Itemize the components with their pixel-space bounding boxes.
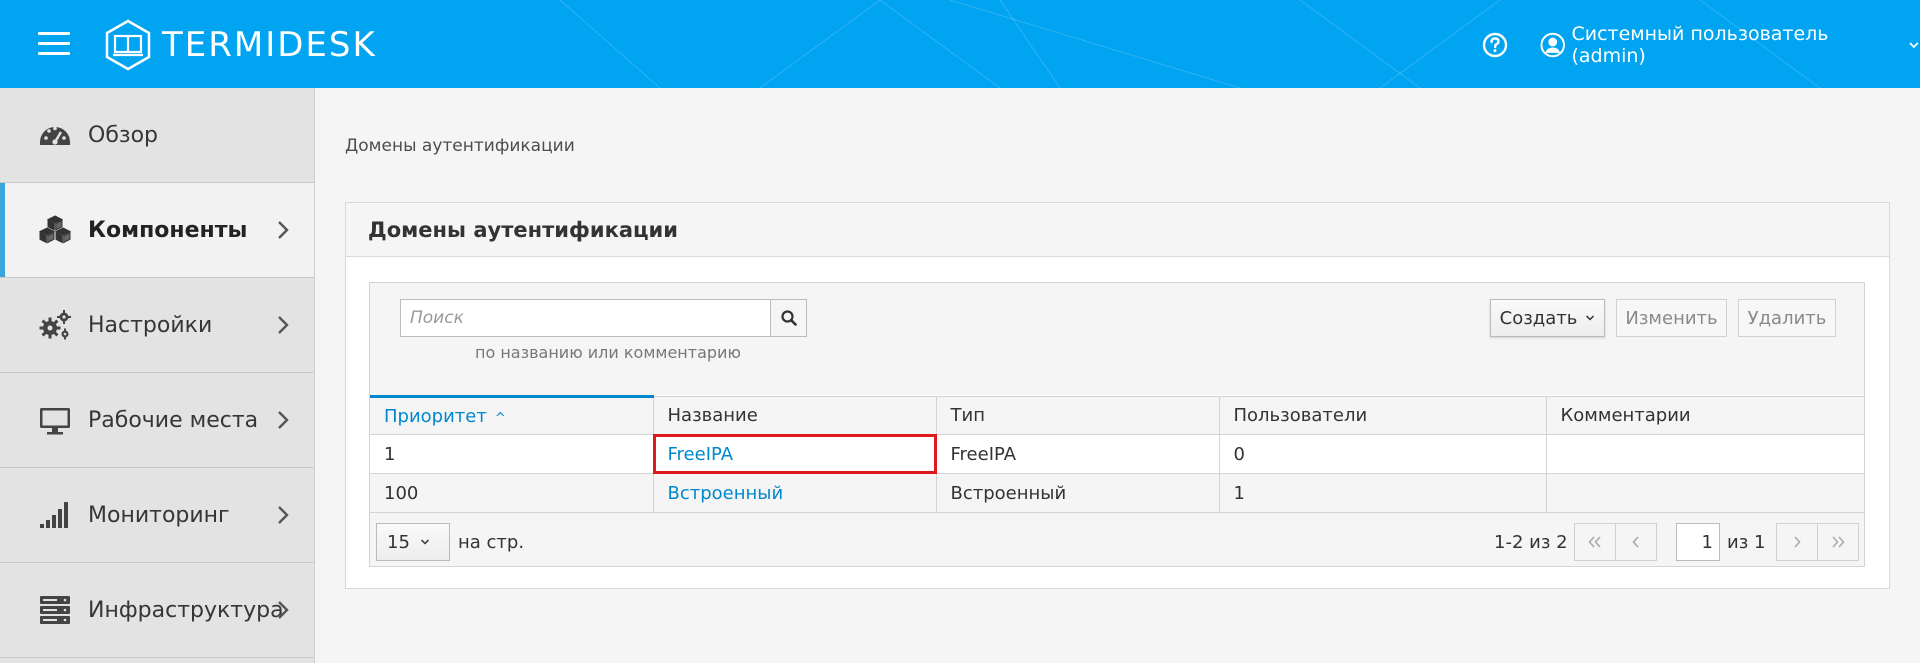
auth-domains-card: Домены аутентификации по названию или ко…: [345, 202, 1890, 589]
per-page-value: 15: [387, 531, 410, 553]
dashboard-gauge-icon: [40, 126, 70, 145]
page-title: Домены аутентификации: [368, 217, 678, 242]
per-page-label: на стр.: [458, 532, 525, 553]
cell-priority: 100: [370, 473, 654, 513]
edit-button[interactable]: Изменить: [1616, 299, 1727, 337]
brand-name: TERMIDESK: [162, 25, 377, 65]
sidebar-item-monitoring[interactable]: Мониторинг: [0, 468, 314, 563]
cell-users: 0: [1219, 434, 1547, 474]
server-stack-icon: [40, 596, 70, 624]
search-icon: [780, 310, 797, 326]
create-button[interactable]: Создать: [1490, 299, 1605, 337]
sidebar-item-infrastructure[interactable]: Инфраструктура: [0, 563, 314, 658]
chevron-right-icon: [1794, 536, 1801, 548]
search-input[interactable]: [400, 299, 770, 337]
gears-icon: [39, 310, 71, 340]
per-page-select[interactable]: 15: [376, 523, 450, 561]
page-number-input[interactable]: [1676, 523, 1720, 561]
pagination-bar: 15 на стр. 1-2 из 2 из 1: [370, 515, 1864, 567]
hamburger-bar: [38, 42, 70, 45]
table-header-row: Приоритет ^ Название Тип Пользователи Ком…: [370, 395, 1864, 435]
chevron-right-icon: [278, 411, 289, 429]
cell-users: 1: [1219, 473, 1547, 513]
cell-name: FreeIPA: [652, 433, 937, 474]
sidebar-item-overview[interactable]: Обзор: [0, 88, 314, 183]
sidebar-item-label: Инфраструктура: [88, 597, 284, 623]
user-avatar-icon: [1540, 32, 1565, 58]
column-header-comments[interactable]: Комментарии: [1546, 396, 1864, 435]
column-header-label: Приоритет: [384, 405, 487, 427]
column-header-priority[interactable]: Приоритет ^: [370, 395, 654, 435]
help-icon[interactable]: [1482, 32, 1508, 58]
cell-priority: 1: [370, 434, 654, 474]
cell-type: FreeIPA: [936, 434, 1220, 474]
cell-comment: [1546, 473, 1864, 513]
hamburger-bar: [38, 52, 70, 55]
domain-link-freeipa[interactable]: FreeIPA: [668, 444, 734, 465]
sidebar-item-workplaces[interactable]: Рабочие места: [0, 373, 314, 468]
chevron-right-icon: [278, 601, 289, 619]
sidebar-item-label: Компоненты: [88, 217, 248, 243]
menu-toggle-button[interactable]: [38, 32, 70, 56]
prev-page-button[interactable]: [1615, 523, 1657, 561]
chevron-right-icon: [278, 221, 289, 239]
sidebar-nav: Обзор Компоненты Настройки Рабочие места…: [0, 88, 315, 663]
cell-comment: [1546, 434, 1864, 474]
double-chevron-left-icon: [1588, 536, 1601, 548]
column-header-users[interactable]: Пользователи: [1219, 396, 1547, 435]
sidebar-item-label: Настройки: [88, 312, 213, 338]
card-header: Домены аутентификации: [346, 203, 1889, 257]
total-pages-label: из 1: [1727, 532, 1766, 553]
delete-button[interactable]: Удалить: [1738, 299, 1836, 337]
cell-name: Встроенный: [653, 473, 937, 513]
cell-type: Встроенный: [936, 473, 1220, 513]
signal-bars-icon: [40, 502, 68, 528]
items-range-label: 1-2 из 2: [1494, 532, 1568, 553]
termidesk-logo-icon: [105, 19, 151, 71]
chevron-left-icon: [1632, 536, 1639, 548]
sidebar-item-label: Обзор: [88, 122, 159, 148]
search-hint: по названию или комментарию: [475, 343, 741, 362]
chevron-down-icon: [420, 539, 429, 545]
chevron-right-icon: [278, 316, 289, 334]
cubes-icon: [38, 215, 72, 244]
table-panel: по названию или комментарию Создать Изме…: [369, 282, 1865, 567]
sidebar-item-components[interactable]: Компоненты: [0, 183, 314, 278]
sidebar-item-label: Мониторинг: [88, 502, 230, 528]
chevron-right-icon: [278, 506, 289, 524]
top-header: TERMIDESK Системный пользователь (admin): [0, 0, 1920, 88]
column-header-name[interactable]: Название: [653, 396, 937, 435]
double-chevron-right-icon: [1832, 536, 1845, 548]
table-row[interactable]: 1 FreeIPA FreeIPA 0: [370, 433, 1864, 474]
first-page-button[interactable]: [1574, 523, 1616, 561]
table-row[interactable]: 100 Встроенный Встроенный 1: [370, 473, 1864, 513]
breadcrumb: Домены аутентификации: [345, 136, 575, 156]
chevron-down-icon: [1909, 42, 1919, 49]
desktop-monitor-icon: [40, 408, 70, 435]
chevron-down-icon: [1586, 315, 1595, 321]
table-toolbar: по названию или комментарию Создать Изме…: [370, 283, 1864, 395]
column-header-type[interactable]: Тип: [936, 396, 1220, 435]
hamburger-bar: [38, 32, 70, 35]
next-page-button[interactable]: [1776, 523, 1818, 561]
auth-domains-table: Приоритет ^ Название Тип Пользователи Ком…: [370, 395, 1864, 513]
user-name: Системный пользователь (admin): [1571, 23, 1829, 67]
sidebar-item-label: Рабочие места: [88, 407, 259, 433]
create-button-label: Создать: [1499, 307, 1578, 329]
sidebar-item-settings[interactable]: Настройки: [0, 278, 314, 373]
user-menu-dropdown[interactable]: Системный пользователь (admin): [1540, 23, 1920, 67]
search-box: [400, 299, 807, 337]
sort-ascending-icon: ^: [494, 410, 506, 426]
search-button[interactable]: [770, 299, 807, 337]
last-page-button[interactable]: [1817, 523, 1859, 561]
domain-link-builtin[interactable]: Встроенный: [668, 483, 784, 504]
brand-logo[interactable]: TERMIDESK: [104, 18, 377, 72]
